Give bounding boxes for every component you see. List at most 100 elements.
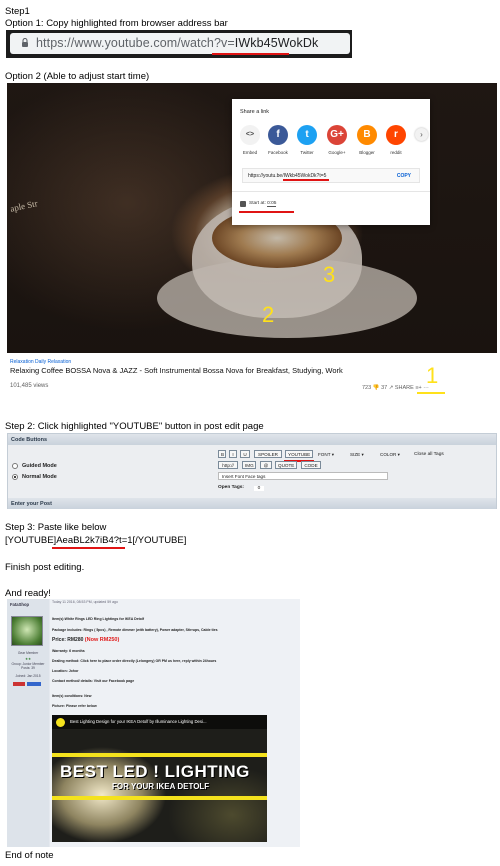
email-button[interactable]: @	[260, 461, 272, 469]
user-rank-icon: ★★	[25, 657, 31, 661]
share-next-arrow-icon[interactable]: ›	[415, 128, 428, 141]
highlight-underline-share-url	[283, 179, 329, 181]
img-button[interactable]: IMG	[242, 461, 256, 469]
browser-address-bar-frame: https://www.youtube.com/watch?v=IWkb45Wo…	[6, 30, 352, 58]
annotation-2: 2	[262, 302, 275, 327]
channel-logo-icon[interactable]	[56, 718, 65, 727]
post-price: Price: RM280	[52, 637, 84, 643]
open-tags-value: 0	[254, 486, 264, 491]
video-channel-tag[interactable]: Relaxation Daily Relaxation	[10, 359, 71, 365]
paste-prefix: [YOUTUBE]	[5, 535, 57, 546]
editor-header: Code Buttons	[8, 434, 496, 445]
color-dropdown[interactable]: COLOR ▾	[380, 452, 400, 458]
spoiler-button[interactable]: SPOILER	[254, 450, 282, 458]
embedded-youtube-video[interactable]: Best Lighting Design for your IKEA Detol…	[52, 715, 267, 842]
share-twitter-label: Twitter	[300, 150, 314, 155]
close-all-tags-link[interactable]: Close all Tags	[414, 452, 444, 457]
copy-button[interactable]: COPY	[397, 173, 411, 179]
post-user-column: FataShop Gear Member ★★ Group: Junior Me…	[7, 599, 49, 847]
youtube-button[interactable]: YOUTUBE	[285, 450, 313, 458]
font-label: FONT	[318, 452, 331, 457]
user-meta-0: Gear Member	[17, 651, 39, 655]
open-tags-label: Open Tags:	[218, 485, 245, 490]
post-username[interactable]: FataShop	[10, 602, 29, 607]
share-url-box[interactable]: https://youtu.be/IWkb45WokDk?t=5 COPY	[242, 168, 420, 183]
url-button[interactable]: http://	[218, 461, 238, 469]
normal-mode-label: Normal Mode	[22, 474, 57, 480]
embedded-video-title[interactable]: Best Lighting Design for your IKEA Detol…	[70, 719, 207, 724]
start-at-label: Start at: 0:05	[249, 201, 277, 207]
guided-mode-radio[interactable]	[12, 463, 18, 469]
start-at-checkbox[interactable]	[240, 201, 246, 207]
post-condition: Item(s) conditions: New	[52, 694, 92, 698]
post-line-picture: Picture: Please refer below	[52, 704, 97, 708]
annotation-3: 3	[323, 262, 336, 287]
guided-mode-label: Guided Mode	[22, 463, 57, 469]
video-title: Relaxing Coffee BOSSA Nova & JAZZ - Soft…	[10, 366, 343, 375]
underline-button[interactable]: U	[240, 450, 250, 458]
start-at-value[interactable]: 0:05	[267, 201, 277, 207]
share-facebook-icon[interactable]: f	[268, 125, 288, 145]
option1-text: Option 1: Copy highlighted from browser …	[5, 18, 228, 29]
italic-button[interactable]: I	[229, 450, 237, 458]
size-dropdown[interactable]: SIZE ▾	[350, 452, 364, 458]
font-dropdown[interactable]: FONT ▾	[318, 452, 334, 458]
option2-text: Option 2 (Able to adjust start time)	[5, 71, 150, 82]
annotation-1: 1	[426, 363, 439, 388]
video-info-panel	[7, 353, 497, 403]
post-location: Location: Johor	[52, 669, 79, 673]
normal-mode-radio[interactable]	[12, 474, 18, 480]
end-text: End of note	[5, 850, 54, 861]
address-bar[interactable]: https://www.youtube.com/watch?v=IWkb45Wo…	[10, 33, 350, 54]
share-google-icon[interactable]: G+	[327, 125, 347, 145]
highlight-underline-start-at	[239, 211, 294, 213]
paste-example: [YOUTUBE]AeaBL2k7iB4?t=1[/YOUTUBE]	[5, 535, 186, 546]
profile-badge-icon[interactable]	[13, 682, 25, 686]
share-reddit-label: reddit	[390, 150, 402, 155]
pm-badge-icon[interactable]	[27, 682, 41, 686]
video-yellow-bar-bottom	[52, 796, 267, 800]
step3-text: Step 3: Paste like below	[5, 522, 107, 533]
share-embed-label: Embed	[242, 150, 258, 155]
share-dialog: Share a link <> Embed f Facebook t Twitter G+ G…	[232, 99, 430, 225]
editor-footer: Enter your Post	[8, 498, 496, 509]
share-blogger-icon[interactable]: B	[357, 125, 377, 145]
share-twitter-icon[interactable]: t	[297, 125, 317, 145]
ready-text: And ready!	[5, 588, 51, 599]
post-line-warranty: Warranty: 6 months	[52, 649, 85, 653]
font-face-field[interactable]: Insert Font Face tags	[218, 472, 388, 480]
paste-id: AeaBL2k7iB4?t=1	[56, 535, 133, 546]
share-blogger-label: Blogger	[359, 150, 375, 155]
url-text: https://www.youtube.com/watch?v=IWkb45Wo…	[36, 36, 318, 50]
bold-button[interactable]: B	[218, 450, 226, 458]
video-yellow-bar-top	[52, 753, 267, 757]
annotation-1-underline	[417, 392, 445, 394]
post-warranty: Warranty: 6 months	[52, 649, 85, 653]
post-line-contact: Contact method/ details: Visit our Faceb…	[52, 679, 134, 683]
share-google-label: Google+	[328, 150, 346, 155]
lock-icon	[22, 38, 28, 47]
post-dealing[interactable]: Dealing method: Click here to place orde…	[52, 659, 216, 663]
size-label: SIZE	[350, 452, 361, 457]
embedded-video-subheadline: FOR YOUR IKEA DETOLF	[112, 782, 210, 791]
post-contact[interactable]: Contact method/ details: Visit our Faceb…	[52, 679, 134, 683]
code-button[interactable]: CODE	[301, 461, 321, 469]
post-item: Item(s):White Rings LED Ring Lightings f…	[52, 617, 145, 621]
post-header-line: Today 11 2016, 08:53 PM, updated 59 ago	[52, 600, 118, 604]
share-divider	[232, 191, 430, 192]
quote-button[interactable]: QUOTE	[275, 461, 297, 469]
start-at-text: Start at	[249, 201, 265, 206]
highlight-underline-url	[212, 53, 289, 55]
share-reddit-icon[interactable]: r	[386, 125, 406, 145]
post-package: Package includes: Rings ( 5pcs) , Remote…	[52, 628, 218, 632]
share-embed-icon[interactable]: <>	[240, 125, 260, 145]
post-price-new: (Now RM250)	[84, 637, 120, 643]
user-meta-2: Posts: 39	[21, 666, 35, 670]
post-line-condition: Item(s) conditions: New	[52, 694, 91, 698]
color-label: COLOR	[380, 452, 397, 457]
user-meta-3: Joined: Jan 2015	[15, 674, 41, 678]
avatar[interactable]	[11, 616, 43, 646]
video-actions[interactable]: 723 👎 37 ↗ SHARE ≡+ ···	[362, 385, 429, 391]
step1-heading: Step1	[5, 6, 30, 17]
step2-text: Step 2: Click highlighted "YOUTUBE" butt…	[5, 421, 264, 432]
